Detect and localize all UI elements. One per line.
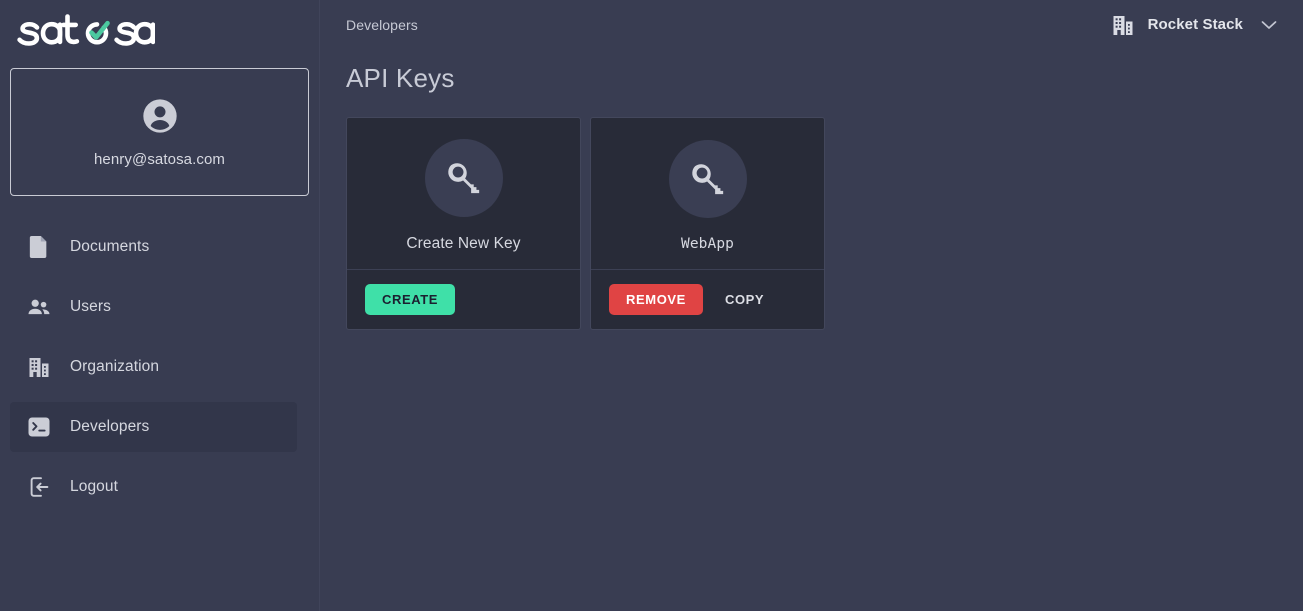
key-icon bbox=[424, 138, 503, 217]
sidebar-nav: Documents Users Organization Developers … bbox=[0, 222, 319, 512]
card-label: Create New Key bbox=[406, 234, 521, 252]
sidebar: henry@satosa.com Documents Users Organiz… bbox=[0, 0, 320, 611]
brand-logo[interactable] bbox=[0, 0, 319, 58]
api-key-card-list: Create New Key CREATE WebApp REMOVE COPY bbox=[346, 117, 1277, 330]
document-icon bbox=[28, 236, 50, 258]
app-root: henry@satosa.com Documents Users Organiz… bbox=[0, 0, 1303, 611]
building-icon bbox=[28, 356, 50, 378]
profile-email: henry@satosa.com bbox=[93, 151, 226, 168]
logout-icon bbox=[28, 476, 50, 498]
sidebar-item-developers[interactable]: Developers bbox=[10, 402, 297, 452]
api-key-card-webapp: WebApp REMOVE COPY bbox=[590, 117, 825, 330]
org-name: Rocket Stack bbox=[1147, 16, 1243, 33]
card-body: WebApp bbox=[591, 118, 824, 269]
sidebar-item-documents[interactable]: Documents bbox=[10, 222, 297, 272]
sidebar-item-label: Organization bbox=[70, 358, 160, 375]
api-key-card-create: Create New Key CREATE bbox=[346, 117, 581, 330]
card-body: Create New Key bbox=[347, 118, 580, 269]
copy-button[interactable]: COPY bbox=[713, 284, 776, 315]
org-selector[interactable]: Rocket Stack bbox=[1108, 10, 1281, 40]
sidebar-item-label: Documents bbox=[70, 238, 150, 255]
sidebar-item-users[interactable]: Users bbox=[10, 282, 297, 332]
profile-card: henry@satosa.com bbox=[10, 68, 309, 196]
topbar: Developers Rocket Stack bbox=[320, 0, 1303, 49]
sidebar-item-logout[interactable]: Logout bbox=[10, 462, 297, 512]
page-title: API Keys bbox=[346, 63, 455, 93]
users-icon bbox=[28, 296, 50, 318]
user-avatar-icon bbox=[140, 96, 180, 136]
create-button[interactable]: CREATE bbox=[365, 284, 456, 315]
building-icon bbox=[1112, 14, 1134, 36]
sidebar-item-label: Users bbox=[70, 298, 111, 315]
remove-button[interactable]: REMOVE bbox=[609, 284, 703, 315]
sidebar-item-label: Developers bbox=[70, 418, 150, 435]
main-area: Developers Rocket Stack API Keys Create … bbox=[320, 0, 1303, 611]
sidebar-item-label: Logout bbox=[70, 478, 119, 495]
terminal-icon bbox=[28, 416, 50, 438]
breadcrumb: Developers bbox=[346, 16, 418, 33]
key-icon bbox=[668, 139, 747, 218]
sidebar-item-organization[interactable]: Organization bbox=[10, 342, 297, 392]
chevron-down-icon[interactable] bbox=[1261, 20, 1277, 30]
content-area: API Keys Create New Key CREATE WebApp RE… bbox=[320, 49, 1303, 611]
card-actions: CREATE bbox=[347, 269, 580, 329]
card-actions: REMOVE COPY bbox=[591, 269, 824, 329]
card-label: WebApp bbox=[681, 235, 734, 252]
